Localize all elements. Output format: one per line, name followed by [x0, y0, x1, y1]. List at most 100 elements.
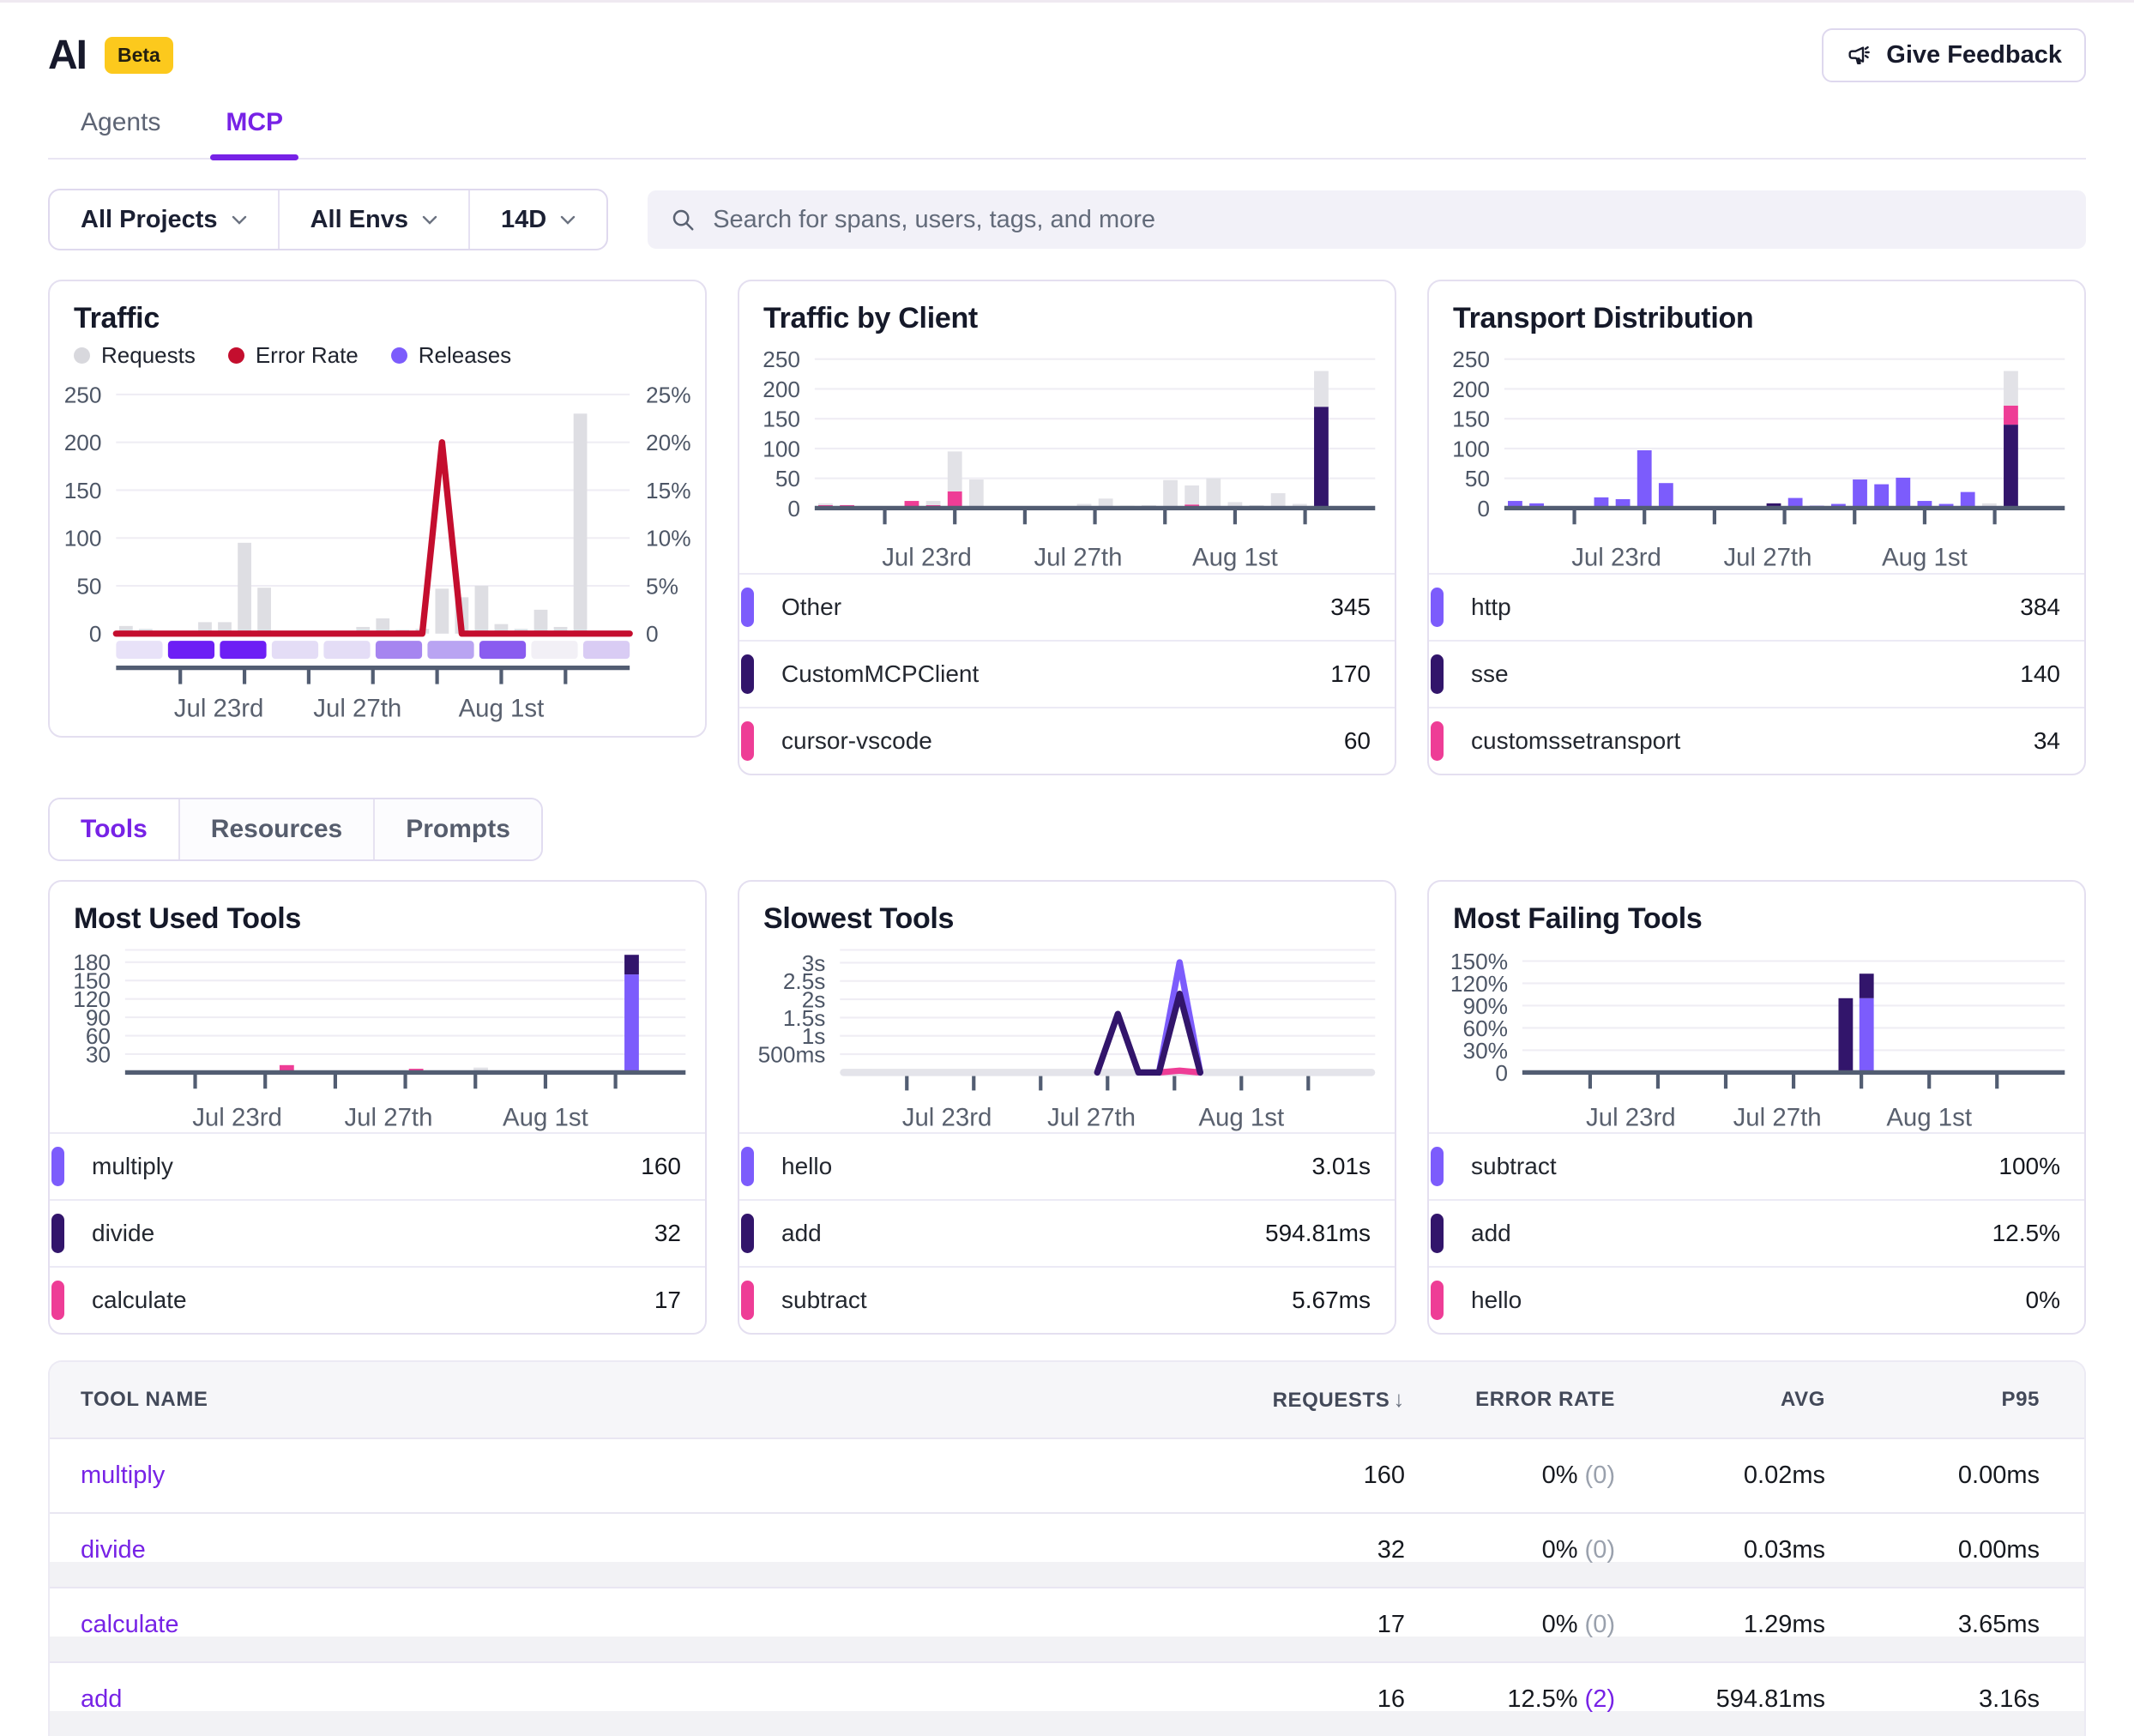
- tool-charts-row: Most Used Tools 306090120150180Jul 23rdJ…: [48, 880, 2086, 1335]
- legend-row-value: 345: [1330, 594, 1371, 621]
- legend-row-label: add: [1471, 1220, 1511, 1247]
- column-header-requests[interactable]: REQUESTS↓: [1199, 1386, 1405, 1413]
- envs-filter-dropdown[interactable]: All Envs: [280, 190, 470, 249]
- tab-agents[interactable]: Agents: [81, 108, 160, 158]
- tools-table: TOOL NAME REQUESTS↓ ERROR RATE AVG P95 m…: [48, 1360, 2086, 1736]
- svg-text:150: 150: [64, 478, 102, 503]
- avg-value: 1.29ms: [1615, 1611, 1825, 1639]
- tool-link-multiply[interactable]: multiply: [81, 1462, 165, 1489]
- legend-row-label: subtract: [781, 1287, 867, 1314]
- chevron-down-icon: [422, 215, 437, 225]
- svg-text:250: 250: [763, 347, 800, 372]
- chevron-down-icon: [232, 215, 247, 225]
- search-input[interactable]: [711, 205, 2064, 235]
- series-color-chip: [1431, 588, 1444, 627]
- svg-text:120%: 120%: [1450, 971, 1508, 997]
- p95-value: 0.00ms: [1825, 1536, 2040, 1564]
- svg-text:100: 100: [1452, 436, 1490, 461]
- svg-text:Jul 23rd: Jul 23rd: [902, 1103, 992, 1131]
- avg-value: 594.81ms: [1615, 1685, 1825, 1714]
- svg-text:Aug 1st: Aug 1st: [1886, 1103, 1972, 1131]
- tab-tools[interactable]: Tools: [50, 799, 180, 859]
- legend-row-multiply: multiply160: [50, 1132, 705, 1199]
- svg-text:60%: 60%: [1462, 1016, 1508, 1041]
- svg-text:Jul 23rd: Jul 23rd: [882, 544, 972, 572]
- svg-text:Aug 1st: Aug 1st: [1882, 544, 1968, 572]
- tool-link-calculate[interactable]: calculate: [81, 1611, 178, 1638]
- svg-text:25%: 25%: [646, 382, 691, 407]
- svg-text:5%: 5%: [646, 573, 678, 599]
- error-rate-value: 12.5%(2): [1405, 1685, 1615, 1714]
- transport-distribution-chart: 050100150200250Jul 23rdJul 27thAug 1st: [1429, 341, 2084, 573]
- svg-text:Aug 1st: Aug 1st: [503, 1103, 588, 1131]
- svg-text:3s: 3s: [802, 950, 826, 976]
- legend-row-label: Other: [781, 594, 841, 621]
- svg-text:100: 100: [64, 526, 102, 552]
- column-header-p95[interactable]: P95: [1825, 1388, 2040, 1412]
- series-color-chip: [51, 1147, 64, 1186]
- tool-link-divide[interactable]: divide: [81, 1536, 146, 1564]
- svg-text:10%: 10%: [646, 526, 691, 552]
- column-header-error-rate[interactable]: ERROR RATE: [1405, 1388, 1615, 1412]
- p95-value: 3.16s: [1825, 1685, 2040, 1714]
- legend-row-label: customssetransport: [1471, 727, 1680, 755]
- svg-text:Aug 1st: Aug 1st: [1198, 1103, 1284, 1131]
- legend-row-hello: hello0%: [1429, 1266, 2084, 1333]
- column-header-avg[interactable]: AVG: [1615, 1388, 1825, 1412]
- search-bar[interactable]: [648, 190, 2086, 249]
- tab-prompts[interactable]: Prompts: [375, 799, 541, 859]
- requests-value: 17: [1199, 1611, 1405, 1639]
- legend-row-cursor-vscode: cursor-vscode60: [739, 707, 1395, 774]
- projects-filter-dropdown[interactable]: All Projects: [50, 190, 280, 249]
- error-rate-value: 0%(0): [1405, 1611, 1615, 1639]
- table-row-calculate: calculate170%(0)1.29ms3.65ms: [50, 1587, 2084, 1661]
- legend-row-label: add: [781, 1220, 822, 1247]
- column-header-tool-name[interactable]: TOOL NAME: [81, 1388, 1199, 1412]
- legend-item-releases: Releases: [391, 342, 511, 369]
- traffic-legend: RequestsError RateReleases: [74, 342, 681, 369]
- give-feedback-button[interactable]: Give Feedback: [1822, 28, 2086, 82]
- series-color-chip: [1431, 1147, 1444, 1186]
- svg-text:Jul 23rd: Jul 23rd: [174, 694, 264, 722]
- legend-row-value: 34: [2034, 727, 2060, 755]
- legend-row-label: hello: [1471, 1287, 1522, 1314]
- svg-text:0: 0: [646, 621, 659, 647]
- row-shading-band: [50, 1637, 2084, 1661]
- legend-row-value: 384: [2020, 594, 2060, 621]
- traffic-by-client-legend-rows: Other345CustomMCPClient170cursor-vscode6…: [739, 573, 1395, 774]
- legend-row-divide: divide32: [50, 1199, 705, 1266]
- requests-value: 160: [1199, 1462, 1405, 1490]
- legend-row-value: 17: [654, 1287, 681, 1314]
- series-color-chip: [741, 588, 754, 627]
- tab-resources[interactable]: Resources: [180, 799, 375, 859]
- legend-row-value: 170: [1330, 660, 1371, 688]
- legend-row-label: hello: [781, 1153, 832, 1180]
- svg-text:50: 50: [76, 573, 101, 599]
- tab-mcp[interactable]: MCP: [226, 108, 283, 158]
- beta-badge: Beta: [105, 37, 173, 74]
- table-row-add: add1612.5%(2)594.81ms3.16s: [50, 1661, 2084, 1736]
- legend-row-value: 60: [1344, 727, 1371, 755]
- legend-row-subtract: subtract5.67ms: [739, 1266, 1395, 1333]
- legend-row-value: 3.01s: [1312, 1153, 1371, 1180]
- slowest-tools-card: Slowest Tools 500ms1s1.5s2s2.5s3sJul 23r…: [738, 880, 1396, 1335]
- svg-text:Jul 27th: Jul 27th: [1047, 1103, 1136, 1131]
- svg-text:30%: 30%: [1462, 1038, 1508, 1064]
- svg-text:Jul 27th: Jul 27th: [1723, 544, 1811, 572]
- legend-item-error-rate: Error Rate: [228, 342, 359, 369]
- mcp-dashboard-page: AI Beta Give Feedback Agents MCP All Pro…: [0, 3, 2134, 1736]
- page-header: AI Beta Give Feedback: [48, 3, 2086, 82]
- legend-row-add: add 12.5%: [1429, 1199, 2084, 1266]
- most-used-tools-title: Most Used Tools: [74, 902, 681, 936]
- series-color-chip: [1431, 1281, 1444, 1320]
- date-range-dropdown[interactable]: 14D: [470, 190, 606, 249]
- most-failing-tools-title: Most Failing Tools: [1453, 902, 2060, 936]
- legend-row-value: 12.5%: [1992, 1220, 2060, 1247]
- slowest-tools-legend-rows: hello3.01sadd594.81mssubtract5.67ms: [739, 1132, 1395, 1333]
- svg-text:200: 200: [64, 430, 102, 455]
- top-charts-row: Traffic RequestsError RateReleases 05010…: [48, 280, 2086, 775]
- svg-text:Aug 1st: Aug 1st: [459, 694, 545, 722]
- series-color-chip: [741, 1281, 754, 1320]
- slowest-tools-title: Slowest Tools: [763, 902, 1371, 936]
- most-failing-tools-chart: 030%60%90%120%150%Jul 23rdJul 27thAug 1s…: [1429, 941, 2084, 1132]
